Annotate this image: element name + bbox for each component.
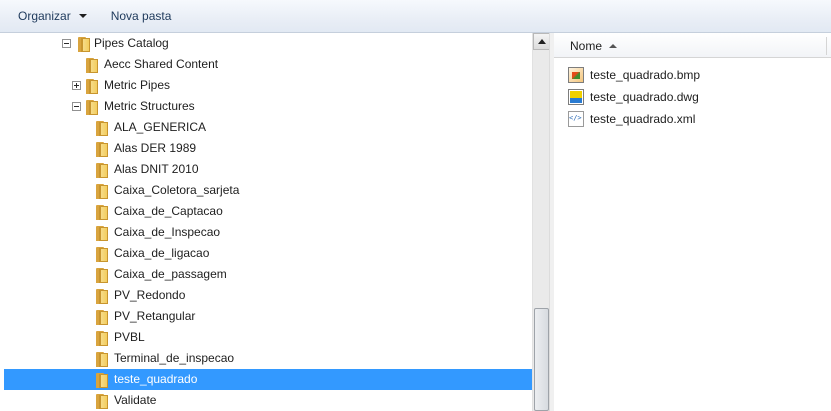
tree-item-label: Validate bbox=[114, 393, 157, 407]
folder-icon bbox=[96, 121, 108, 136]
dwg-file-icon bbox=[568, 89, 584, 105]
tree-item-label: Caixa_de_Captacao bbox=[114, 204, 223, 218]
tree-item-label: PVBL bbox=[114, 330, 145, 344]
tree-item-label: Alas DNIT 2010 bbox=[114, 162, 199, 176]
folder-icon bbox=[96, 205, 108, 220]
tree-item-pipes-catalog[interactable]: Pipes Catalog bbox=[4, 33, 532, 54]
file-name: teste_quadrado.bmp bbox=[590, 68, 701, 82]
tree-item-caixa-coletora-sarjeta[interactable]: Caixa_Coletora_sarjeta bbox=[4, 180, 532, 201]
expand-icon[interactable] bbox=[72, 81, 81, 90]
tree-item-label: Caixa_de_passagem bbox=[114, 267, 227, 281]
tree-item-label: Pipes Catalog bbox=[94, 36, 169, 50]
folder-icon bbox=[96, 226, 108, 241]
tree-item-label: Caixa_Coletora_sarjeta bbox=[114, 183, 240, 197]
tree-item-label: ALA_GENERICA bbox=[114, 120, 207, 134]
bitmap-file-icon bbox=[568, 67, 584, 83]
tree-item-label: Caixa_de_Inspecao bbox=[114, 225, 221, 239]
folder-icon bbox=[86, 79, 98, 94]
tree-item-pv-redondo[interactable]: PV_Redondo bbox=[4, 285, 532, 306]
file-name: teste_quadrado.xml bbox=[590, 112, 696, 126]
tree-item-validate[interactable]: Validate bbox=[4, 390, 532, 411]
folder-icon bbox=[96, 352, 108, 367]
column-divider[interactable] bbox=[826, 37, 827, 55]
new-folder-button[interactable]: Nova pasta bbox=[105, 4, 178, 28]
tree-item-metric-pipes[interactable]: Metric Pipes bbox=[4, 75, 532, 96]
file-item-xml[interactable]: teste_quadrado.xml bbox=[568, 109, 695, 129]
dropdown-arrow-icon bbox=[78, 14, 87, 18]
folder-icon bbox=[96, 331, 108, 346]
sort-ascending-icon bbox=[609, 44, 617, 48]
scrollbar-thumb[interactable] bbox=[534, 308, 549, 411]
tree-vertical-scrollbar[interactable] bbox=[532, 33, 550, 411]
tree-item-pv-retangular[interactable]: PV_Retangular bbox=[4, 306, 532, 327]
new-folder-label: Nova pasta bbox=[110, 9, 172, 23]
tree-item-caixa-de-captacao[interactable]: Caixa_de_Captacao bbox=[4, 201, 532, 222]
tree-item-label: teste_quadrado bbox=[114, 372, 198, 386]
tree-item-terminal-de-inspecao[interactable]: Terminal_de_inspecao bbox=[4, 348, 532, 369]
file-list-pane[interactable]: Nome teste_quadrado.bmp teste_quadrado.d… bbox=[554, 33, 831, 411]
folder-tree[interactable]: Pipes Catalog Aecc Shared Content Metric… bbox=[0, 33, 532, 411]
folder-icon bbox=[96, 394, 108, 409]
command-toolbar: Organizar Nova pasta bbox=[0, 0, 831, 33]
tree-item-aecc-shared-content[interactable]: Aecc Shared Content bbox=[4, 54, 532, 75]
file-item-dwg[interactable]: teste_quadrado.dwg bbox=[568, 87, 699, 107]
tree-item-caixa-de-passagem[interactable]: Caixa_de_passagem bbox=[4, 264, 532, 285]
tree-item-ala-generica[interactable]: ALA_GENERICA bbox=[4, 117, 532, 138]
tree-item-alas-der-1989[interactable]: Alas DER 1989 bbox=[4, 138, 532, 159]
folder-icon bbox=[86, 58, 98, 73]
tree-item-label: Metric Structures bbox=[104, 99, 195, 113]
tree-item-label: Alas DER 1989 bbox=[114, 141, 197, 155]
tree-item-caixa-de-inspecao[interactable]: Caixa_de_Inspecao bbox=[4, 222, 532, 243]
tree-item-label: PV_Retangular bbox=[114, 309, 196, 323]
folder-icon bbox=[96, 142, 108, 157]
folder-icon bbox=[96, 373, 108, 388]
folder-icon bbox=[96, 289, 108, 304]
folder-icon bbox=[96, 163, 108, 178]
tree-item-label: Terminal_de_inspecao bbox=[114, 351, 235, 365]
column-header-label: Nome bbox=[570, 39, 603, 53]
folder-icon bbox=[96, 247, 108, 262]
tree-item-metric-structures[interactable]: Metric Structures bbox=[4, 96, 532, 117]
column-header-name[interactable]: Nome bbox=[554, 33, 831, 58]
file-item-bmp[interactable]: teste_quadrado.bmp bbox=[568, 65, 700, 85]
folder-icon bbox=[96, 268, 108, 283]
tree-item-label: Caixa_de_ligacao bbox=[114, 246, 210, 260]
tree-item-teste-quadrado[interactable]: teste_quadrado bbox=[4, 369, 532, 390]
folder-icon bbox=[96, 184, 108, 199]
tree-item-pvbl[interactable]: PVBL bbox=[4, 327, 532, 348]
tree-item-caixa-de-ligacao[interactable]: Caixa_de_ligacao bbox=[4, 243, 532, 264]
xml-file-icon bbox=[568, 111, 584, 127]
tree-item-label: PV_Redondo bbox=[114, 288, 186, 302]
folder-icon bbox=[96, 310, 108, 325]
folder-icon bbox=[78, 37, 90, 52]
tree-item-label: Aecc Shared Content bbox=[104, 57, 219, 71]
collapse-icon[interactable] bbox=[72, 102, 81, 111]
organize-label: Organizar bbox=[18, 9, 71, 23]
folder-icon bbox=[86, 100, 98, 115]
organize-menu-button[interactable]: Organizar bbox=[12, 4, 93, 28]
scroll-up-arrow-icon[interactable] bbox=[533, 33, 550, 50]
file-name: teste_quadrado.dwg bbox=[590, 90, 699, 104]
tree-item-alas-dnit-2010[interactable]: Alas DNIT 2010 bbox=[4, 159, 532, 180]
collapse-icon[interactable] bbox=[62, 39, 71, 48]
tree-item-label: Metric Pipes bbox=[104, 78, 171, 92]
